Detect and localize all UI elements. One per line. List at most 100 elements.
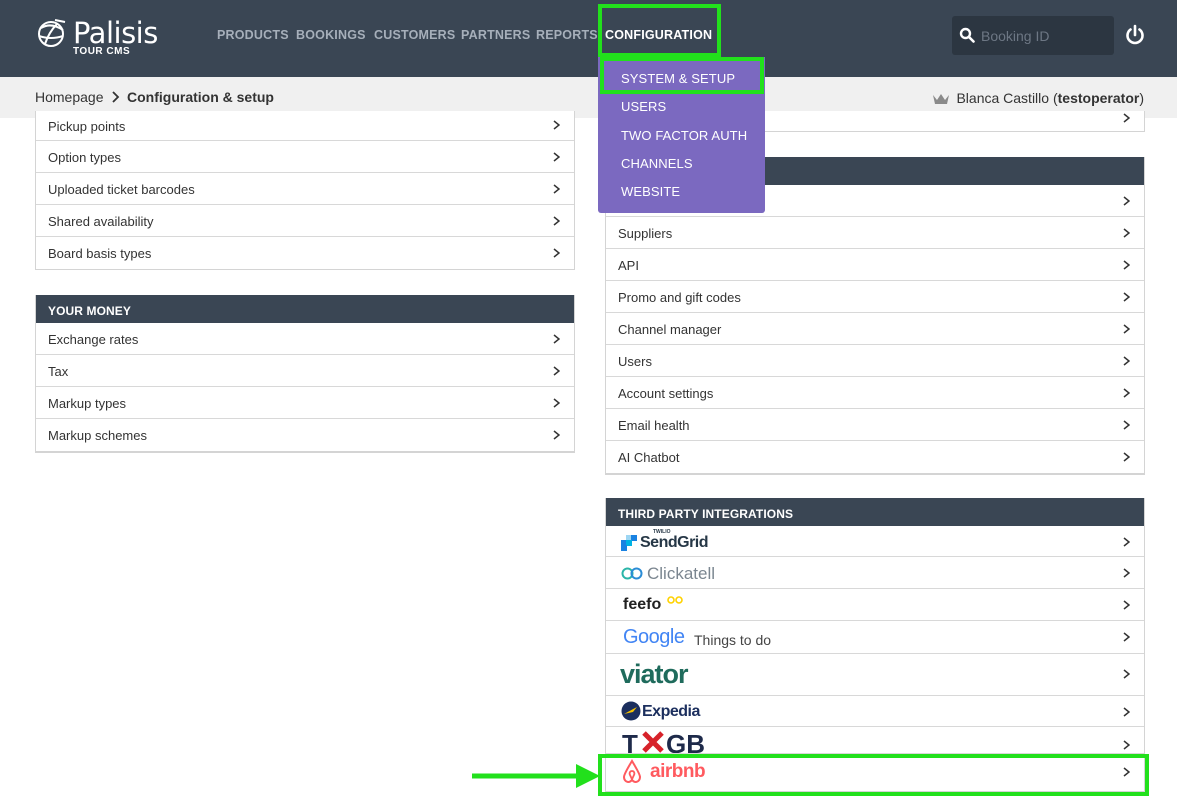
item-label: Users <box>618 354 652 369</box>
list-item[interactable]: Suppliers <box>606 217 1144 249</box>
nav-configuration[interactable]: CONFIGURATION <box>605 28 712 42</box>
item-label: Uploaded ticket barcodes <box>48 182 195 197</box>
list-item[interactable]: Option types <box>36 141 574 173</box>
item-label: Account settings <box>618 386 714 401</box>
chevron-right-icon <box>1123 228 1130 238</box>
item-label: Exchange rates <box>48 332 139 347</box>
expedia-wordmark: Expedia <box>642 703 700 720</box>
chevron-right-icon <box>1123 537 1130 547</box>
list-item[interactable]: Promo and gift codes <box>606 281 1144 313</box>
chevron-right-icon <box>1123 324 1130 334</box>
chevron-right-icon <box>553 248 560 258</box>
airbnb-wordmark: airbnb <box>650 761 706 782</box>
clickatell-logo-icon <box>621 567 643 580</box>
chevron-right-icon <box>1123 196 1130 206</box>
your-money-panel: YOUR MONEY Exchange rates Tax Markup typ… <box>35 295 575 453</box>
google-suffix: Things to do <box>694 632 772 648</box>
palisis-logo[interactable]: Palisis TOUR CMS <box>35 14 165 60</box>
chevron-right-icon <box>1123 767 1130 777</box>
booking-id-input[interactable] <box>981 24 1106 48</box>
feefo-wordmark: feefo <box>623 596 662 613</box>
chevron-right-icon <box>112 91 120 103</box>
feefo-eyes-icon <box>667 596 683 604</box>
chevron-right-icon <box>1123 600 1130 610</box>
chevron-right-icon <box>1123 356 1130 366</box>
item-label: Shared availability <box>48 214 154 229</box>
logged-in-user[interactable]: Blanca Castillo (testoperator) <box>956 90 1144 106</box>
chevron-right-icon <box>1123 452 1130 462</box>
item-label: AI Chatbot <box>618 450 680 465</box>
chevron-right-icon <box>1123 260 1130 270</box>
globe-logo-icon <box>38 19 66 47</box>
sendgrid-logo-icon <box>621 535 637 551</box>
power-logout-icon[interactable] <box>1124 24 1146 46</box>
chevron-right-icon <box>1123 388 1130 398</box>
txgb-wordmark-gb: GB <box>666 729 705 754</box>
menu-item-system-setup[interactable]: SYSTEM & SETUP <box>621 71 735 86</box>
list-item[interactable]: Pickup points <box>36 111 574 141</box>
chevron-right-icon <box>1123 669 1130 679</box>
nav-customers[interactable]: CUSTOMERS <box>374 28 455 42</box>
integration-tourism-exchange-gb[interactable]: T GB <box>606 727 1144 754</box>
item-label: Option types <box>48 150 121 165</box>
list-item[interactable]: Shared availability <box>36 205 574 237</box>
nav-bookings[interactable]: BOOKINGS <box>296 28 366 42</box>
configuration-dropdown-menu: SYSTEM & SETUP USERS TWO FACTOR AUTH CHA… <box>598 57 765 213</box>
nav-partners[interactable]: PARTNERS <box>461 28 530 42</box>
clickatell-wordmark: Clickatell <box>647 564 716 583</box>
list-item[interactable]: AI Chatbot <box>606 441 1144 473</box>
breadcrumb-current: Configuration & setup <box>127 89 274 105</box>
search-icon[interactable] <box>959 27 975 43</box>
nav-reports[interactable]: REPORTS <box>536 28 598 42</box>
item-label: Promo and gift codes <box>618 290 741 305</box>
list-item[interactable]: Channel manager <box>606 313 1144 345</box>
panel-header: THIRD PARTY INTEGRATIONS <box>606 498 1144 526</box>
list-item[interactable]: Users <box>606 345 1144 377</box>
chevron-right-icon <box>1123 632 1130 642</box>
chevron-right-icon <box>1123 707 1130 717</box>
nav-products[interactable]: PRODUCTS <box>217 28 289 42</box>
chevron-right-icon <box>1123 113 1130 123</box>
third-party-integrations-panel: THIRD PARTY INTEGRATIONS TWILIO SendGrid… <box>605 498 1145 792</box>
menu-item-two-factor-auth[interactable]: TWO FACTOR AUTH <box>621 128 747 143</box>
chevron-right-icon <box>1123 740 1130 750</box>
integration-airbnb[interactable]: airbnb <box>606 754 1144 791</box>
breadcrumb-home[interactable]: Homepage <box>35 89 104 105</box>
crown-icon <box>933 94 949 104</box>
list-item[interactable]: Markup types <box>36 387 574 419</box>
list-item[interactable]: Board basis types <box>36 237 574 269</box>
product-settings-panel: Pickup points Option types Uploaded tick… <box>35 111 575 270</box>
viator-wordmark: viator <box>620 659 689 689</box>
list-item[interactable]: Email health <box>606 409 1144 441</box>
item-label: API <box>618 258 639 273</box>
item-label: Markup types <box>48 396 127 411</box>
item-label: Email health <box>618 418 690 433</box>
list-item[interactable]: Uploaded ticket barcodes <box>36 173 574 205</box>
expedia-globe-icon <box>621 701 641 721</box>
menu-item-website[interactable]: WEBSITE <box>621 184 680 199</box>
integration-viator[interactable]: viator <box>606 654 1144 696</box>
item-label: Tax <box>48 364 69 379</box>
integration-feefo[interactable]: feefo <box>606 589 1144 621</box>
integration-sendgrid[interactable]: TWILIO SendGrid <box>606 526 1144 557</box>
integration-expedia[interactable]: Expedia <box>606 696 1144 727</box>
list-item[interactable]: Account settings <box>606 377 1144 409</box>
txgb-cross-icon <box>642 731 664 753</box>
list-item[interactable]: Exchange rates <box>36 323 574 355</box>
item-label: Suppliers <box>618 226 673 241</box>
item-label: Pickup points <box>48 119 126 134</box>
list-item[interactable]: Tax <box>36 355 574 387</box>
list-item[interactable]: Markup schemes <box>36 419 574 451</box>
integration-google-things-to-do[interactable]: Google Things to do <box>606 621 1144 654</box>
menu-item-users[interactable]: USERS <box>621 99 666 114</box>
txgb-wordmark-t: T <box>622 729 638 754</box>
item-label: Channel manager <box>618 322 722 337</box>
list-item[interactable]: API <box>606 249 1144 281</box>
chevron-right-icon <box>553 216 560 226</box>
menu-item-channels[interactable]: CHANNELS <box>621 156 693 171</box>
integration-clickatell[interactable]: Clickatell <box>606 557 1144 589</box>
google-wordmark: Google <box>623 626 685 648</box>
brand-name: Palisis <box>73 16 158 50</box>
item-label: Markup schemes <box>48 428 147 443</box>
chevron-right-icon <box>553 120 560 130</box>
